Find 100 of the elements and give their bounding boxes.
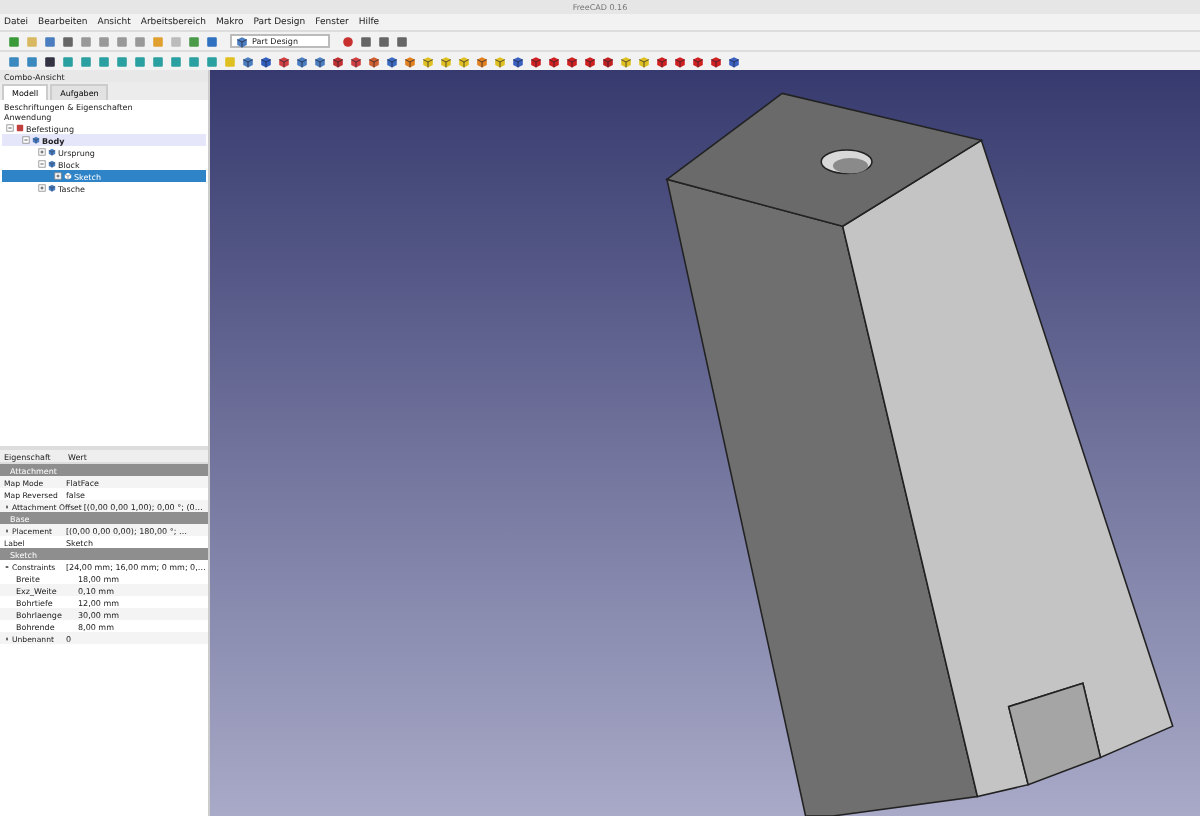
toolbar-button[interactable] xyxy=(276,53,292,69)
cube-icon xyxy=(368,55,380,67)
cube-icon xyxy=(692,55,704,67)
square-icon xyxy=(98,55,110,67)
cube-icon xyxy=(48,148,56,156)
circle-icon xyxy=(342,35,354,47)
toolbar-button[interactable] xyxy=(636,53,652,69)
cube-icon xyxy=(242,55,254,67)
cube-icon xyxy=(620,55,632,67)
cube-icon xyxy=(566,55,578,67)
toolbar-button[interactable] xyxy=(402,53,418,69)
square-icon xyxy=(116,55,128,67)
cube-icon xyxy=(236,35,248,47)
toolbar-button[interactable] xyxy=(708,53,724,69)
square-icon xyxy=(360,35,372,47)
plus-icon xyxy=(38,148,46,156)
square-icon xyxy=(8,35,20,47)
cube-icon xyxy=(656,55,668,67)
cube-icon xyxy=(278,55,290,67)
toolbar-button[interactable] xyxy=(240,53,256,69)
document-icon xyxy=(16,124,24,132)
toolbar-button[interactable] xyxy=(582,53,598,69)
square-icon xyxy=(188,55,200,67)
toolbar-button[interactable] xyxy=(654,53,670,69)
square-icon xyxy=(188,35,200,47)
cube-icon xyxy=(48,184,56,192)
toolbar-button[interactable] xyxy=(330,53,346,69)
square-icon xyxy=(80,35,92,47)
square-icon xyxy=(62,55,74,67)
square-icon xyxy=(80,55,92,67)
toolbar-button[interactable] xyxy=(726,53,742,69)
toolbar-button[interactable] xyxy=(366,53,382,69)
square-icon xyxy=(26,55,38,67)
toolbar-button[interactable] xyxy=(376,33,392,49)
toolbar-button[interactable] xyxy=(546,53,562,69)
toolbar-button[interactable] xyxy=(294,53,310,69)
plus-icon xyxy=(54,172,62,180)
cube-icon xyxy=(32,136,40,144)
toolbar-button[interactable] xyxy=(438,53,454,69)
cube-icon xyxy=(602,55,614,67)
cube-icon xyxy=(48,160,56,168)
cube-icon xyxy=(530,55,542,67)
square-icon xyxy=(152,55,164,67)
toolbar-button[interactable] xyxy=(690,53,706,69)
square-icon xyxy=(152,35,164,47)
square-icon xyxy=(206,35,218,47)
toolbar-button[interactable] xyxy=(474,53,490,69)
toolbar-button[interactable] xyxy=(420,53,436,69)
square-icon xyxy=(170,35,182,47)
cube-icon xyxy=(476,55,488,67)
cube-icon xyxy=(350,55,362,67)
3d-viewport[interactable] xyxy=(210,70,1200,816)
cube-icon xyxy=(332,55,344,67)
cube-icon xyxy=(638,55,650,67)
plus-icon xyxy=(38,184,46,192)
cube-icon xyxy=(260,55,272,67)
toolbar-button[interactable] xyxy=(312,53,328,69)
square-icon xyxy=(378,35,390,47)
toolbar-button[interactable] xyxy=(340,33,356,49)
toolbar-button[interactable] xyxy=(258,53,274,69)
square-icon xyxy=(44,35,56,47)
cube-icon xyxy=(674,55,686,67)
toolbar-button[interactable] xyxy=(60,33,76,49)
toolbar-button[interactable] xyxy=(42,53,58,69)
toolbar-button[interactable] xyxy=(456,53,472,69)
toolbar-button[interactable] xyxy=(358,33,374,49)
square-icon xyxy=(396,35,408,47)
cube-icon xyxy=(494,55,506,67)
minus-icon xyxy=(38,160,46,168)
toolbar-button[interactable] xyxy=(384,53,400,69)
toolbar-button[interactable] xyxy=(492,53,508,69)
cube-icon xyxy=(422,55,434,67)
square-icon xyxy=(224,55,236,67)
square-icon xyxy=(170,55,182,67)
cube-icon xyxy=(386,55,398,67)
square-icon xyxy=(98,35,110,47)
cube-icon xyxy=(314,55,326,67)
toolbar-button[interactable] xyxy=(528,53,544,69)
square-icon xyxy=(134,35,146,47)
square-icon xyxy=(26,35,38,47)
toolbar-button[interactable] xyxy=(672,53,688,69)
square-icon xyxy=(116,35,128,47)
square-icon xyxy=(8,55,20,67)
toolbar-button[interactable] xyxy=(510,53,526,69)
toolbar-button[interactable] xyxy=(564,53,580,69)
toolbar-button[interactable] xyxy=(348,53,364,69)
toolbar-button[interactable] xyxy=(618,53,634,69)
square-icon xyxy=(134,55,146,67)
cube-icon xyxy=(584,55,596,67)
cube-icon xyxy=(64,172,72,180)
cube-icon xyxy=(548,55,560,67)
cube-icon xyxy=(728,55,740,67)
square-icon xyxy=(44,55,56,67)
cube-icon xyxy=(296,55,308,67)
toolbar-button[interactable] xyxy=(394,33,410,49)
square-icon xyxy=(206,55,218,67)
cube-icon xyxy=(404,55,416,67)
cube-icon xyxy=(458,55,470,67)
square-icon xyxy=(62,35,74,47)
toolbar-button[interactable] xyxy=(600,53,616,69)
